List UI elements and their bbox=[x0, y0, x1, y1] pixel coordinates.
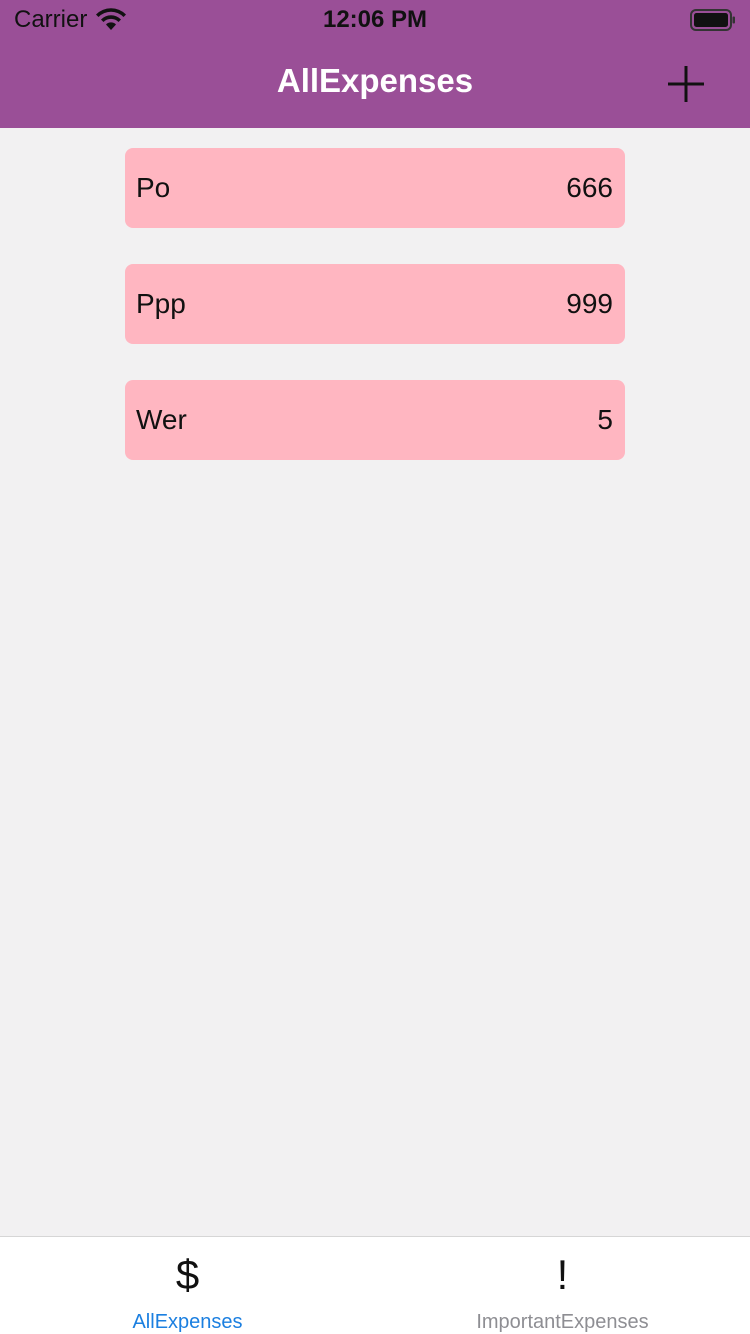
page-title: AllExpenses bbox=[276, 62, 474, 99]
expense-item[interactable]: Po 666 bbox=[125, 148, 625, 228]
tab-label: ImportantExpenses bbox=[476, 1311, 649, 1333]
tab-label: AllExpenses bbox=[132, 1311, 243, 1333]
app-screen: Carrier 12:06 PM AllExpenses Po 666 Ppp … bbox=[0, 0, 750, 1334]
tab-important-expenses[interactable]: ! ImportantExpenses bbox=[375, 1237, 750, 1334]
tab-all-expenses[interactable]: $ AllExpenses bbox=[0, 1237, 375, 1334]
tab-bar: $ AllExpenses ! ImportantExpenses bbox=[0, 1236, 750, 1334]
plus-icon bbox=[668, 66, 704, 102]
expense-amount: 666 bbox=[566, 172, 613, 203]
exclamation-icon: ! bbox=[556, 1251, 569, 1298]
expense-amount: 5 bbox=[597, 404, 613, 435]
dollar-icon: $ bbox=[175, 1251, 200, 1298]
add-expense-button[interactable] bbox=[664, 62, 708, 106]
header: Carrier 12:06 PM AllExpenses bbox=[0, 0, 750, 128]
status-bar: Carrier 12:06 PM bbox=[0, 0, 750, 40]
expense-name: Wer bbox=[136, 404, 187, 435]
expense-list: Po 666 Ppp 999 Wer 5 bbox=[125, 148, 625, 496]
expense-item[interactable]: Wer 5 bbox=[125, 380, 625, 460]
status-time: 12:06 PM bbox=[322, 6, 428, 33]
expense-name: Po bbox=[136, 172, 171, 203]
expense-item[interactable]: Ppp 999 bbox=[125, 264, 625, 344]
expense-amount: 999 bbox=[566, 288, 613, 319]
expense-name: Ppp bbox=[136, 288, 186, 319]
battery-icon bbox=[690, 9, 736, 31]
